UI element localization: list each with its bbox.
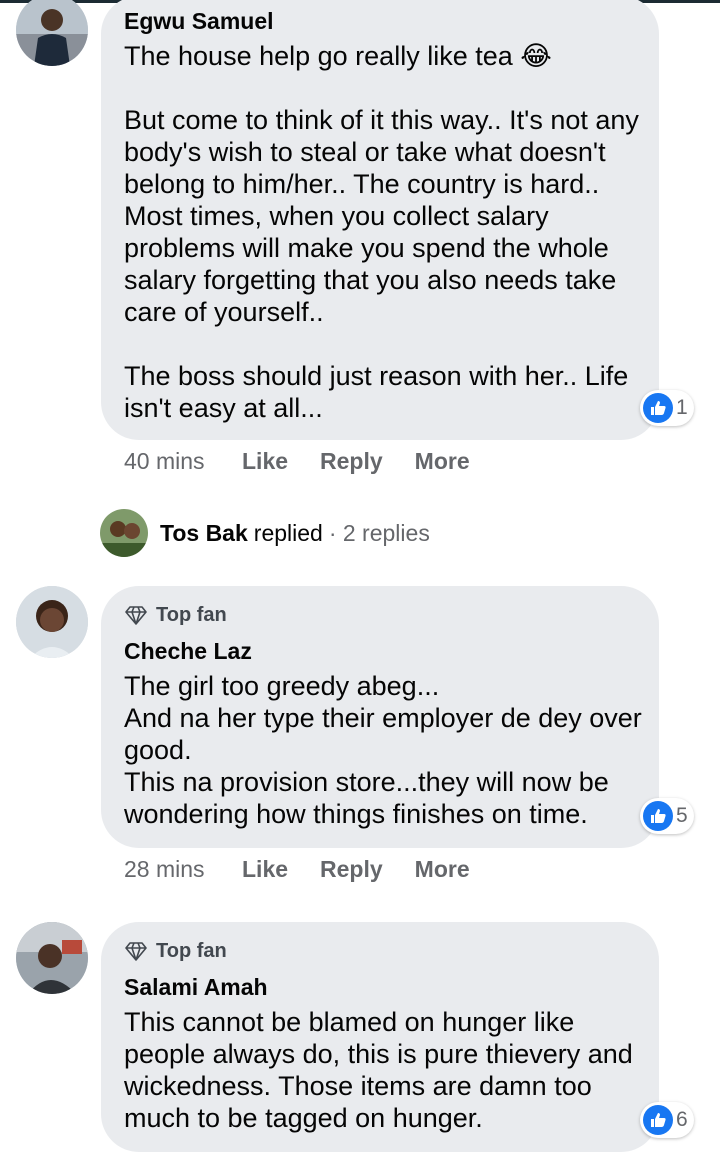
reaction-badge[interactable]: 1 — [640, 390, 694, 426]
like-icon — [643, 1105, 673, 1135]
more-action[interactable]: More — [415, 448, 470, 475]
view-replies-row[interactable]: Tos Bak replied · 2 replies — [100, 508, 430, 558]
comment-bubble: Top fan Salami Amah This cannot be blame… — [101, 922, 659, 1152]
replies-count: · 2 replies — [328, 519, 430, 546]
commenter-name[interactable]: Salami Amah — [124, 972, 659, 1002]
like-icon — [643, 801, 673, 831]
replier-name: Tos Bak — [160, 519, 248, 546]
replied-label: replied — [253, 519, 323, 546]
reply-action[interactable]: Reply — [320, 856, 383, 883]
top-fan-label: Top fan — [156, 939, 227, 962]
diamond-icon — [125, 606, 147, 625]
comment-time: 40 mins — [124, 448, 205, 474]
top-fan-label: Top fan — [156, 603, 227, 626]
comment-bubble: Top fan Cheche Laz The girl too greedy a… — [101, 586, 659, 848]
comment-text: This cannot be blamed on hunger like peo… — [124, 1007, 641, 1133]
comment-text: The girl too greedy abeg... And na her t… — [124, 671, 642, 829]
avatar-salami-amah[interactable] — [16, 922, 88, 994]
comment-time: 28 mins — [124, 856, 205, 882]
top-fan-badge: Top fan — [124, 938, 659, 964]
reaction-count: 6 — [676, 1108, 688, 1131]
reaction-badge[interactable]: 5 — [640, 798, 694, 834]
like-icon — [643, 393, 673, 423]
avatar-tos-bak — [100, 509, 148, 557]
diamond-icon — [125, 942, 147, 961]
more-action[interactable]: More — [415, 856, 470, 883]
like-action[interactable]: Like — [242, 448, 288, 475]
commenter-name[interactable]: Cheche Laz — [124, 636, 659, 666]
reply-action[interactable]: Reply — [320, 448, 383, 475]
comment-bubble: Egwu Samuel The house help go really lik… — [101, 0, 659, 440]
reaction-count: 1 — [676, 396, 688, 419]
reaction-badge[interactable]: 6 — [640, 1102, 694, 1138]
like-action[interactable]: Like — [242, 856, 288, 883]
avatar-cheche-laz[interactable] — [16, 586, 88, 658]
comment-meta: 40 mins Like Reply More — [124, 448, 502, 475]
comment-text: The house help go really like tea 😂 But … — [124, 41, 639, 423]
top-fan-badge: Top fan — [124, 602, 659, 628]
avatar-egwu-samuel[interactable] — [16, 0, 88, 66]
comment-meta: 28 mins Like Reply More — [124, 856, 502, 883]
reaction-count: 5 — [676, 804, 688, 827]
commenter-name[interactable]: Egwu Samuel — [124, 0, 659, 36]
